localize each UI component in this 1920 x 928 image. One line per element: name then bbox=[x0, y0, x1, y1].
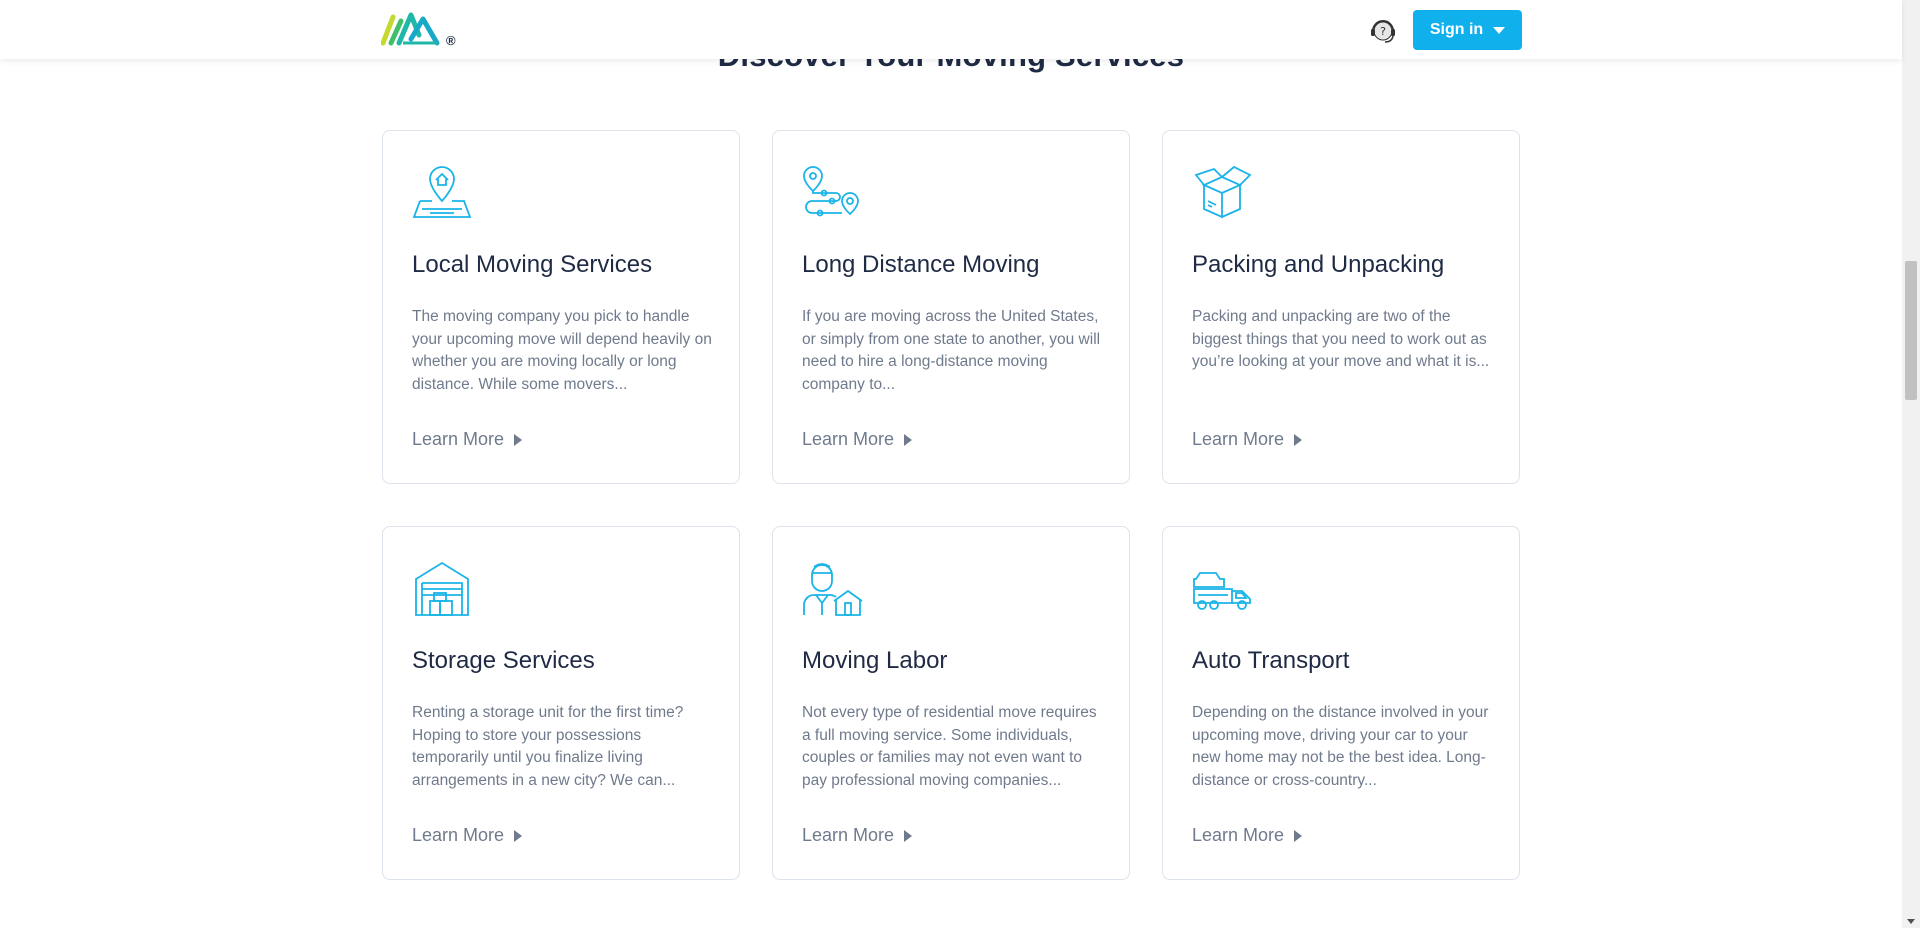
card-title: Auto Transport bbox=[1192, 647, 1350, 674]
learn-more-label: Learn More bbox=[412, 429, 505, 449]
card-description: Depending on the distance involved in yo… bbox=[1192, 704, 1489, 789]
learn-more-label: Learn More bbox=[802, 825, 895, 845]
card-description: The moving company you pick to handle yo… bbox=[412, 308, 712, 393]
card-description: Not every type of residential move requi… bbox=[802, 704, 1097, 789]
scroll-down-arrow-icon[interactable] bbox=[1907, 919, 1915, 924]
service-card-packing: Packing and Unpacking Packing and unpack… bbox=[1162, 130, 1520, 484]
learn-more-label: Learn More bbox=[1192, 429, 1285, 449]
route-pins-icon bbox=[803, 166, 859, 217]
caret-right-icon bbox=[904, 433, 913, 446]
svg-text:?: ? bbox=[1380, 25, 1386, 38]
learn-more-label: Learn More bbox=[802, 429, 895, 449]
car-transport-icon bbox=[1193, 572, 1251, 610]
chevron-down-icon bbox=[1493, 26, 1506, 34]
learn-more-link[interactable]: Learn More bbox=[1192, 825, 1303, 846]
learn-more-label: Learn More bbox=[412, 825, 505, 845]
storage-unit-icon bbox=[415, 561, 469, 616]
learn-more-link[interactable]: Learn More bbox=[802, 429, 913, 450]
service-card-long-distance: Long Distance Moving If you are moving a… bbox=[772, 130, 1130, 484]
service-card-storage: Storage Services Renting a storage unit … bbox=[382, 526, 740, 880]
caret-right-icon bbox=[514, 433, 523, 446]
learn-more-label: Learn More bbox=[1192, 825, 1285, 845]
service-card-moving-labor: Moving Labor Not every type of residenti… bbox=[772, 526, 1130, 880]
mover-person-icon bbox=[803, 563, 863, 616]
scrollbar-thumb[interactable] bbox=[1905, 261, 1917, 400]
open-box-icon bbox=[1194, 165, 1252, 219]
learn-more-link[interactable]: Learn More bbox=[1192, 429, 1303, 450]
map-pin-house-icon bbox=[412, 166, 472, 218]
registered-mark: ® bbox=[446, 33, 456, 48]
signin-label: Sign in bbox=[1429, 21, 1484, 38]
card-description: Renting a storage unit for the first tim… bbox=[412, 704, 684, 789]
card-title: Local Moving Services bbox=[412, 251, 653, 278]
caret-right-icon bbox=[1294, 433, 1303, 446]
help-button[interactable]: ? bbox=[1366, 13, 1400, 47]
help-headset-icon: ? bbox=[1371, 20, 1395, 43]
card-title: Storage Services bbox=[412, 647, 595, 674]
caret-right-icon bbox=[1294, 829, 1303, 842]
service-card-auto-transport: Auto Transport Depending on the distance… bbox=[1162, 526, 1520, 880]
caret-right-icon bbox=[904, 829, 913, 842]
learn-more-link[interactable]: Learn More bbox=[802, 825, 913, 846]
card-description: Packing and unpacking are two of the big… bbox=[1192, 308, 1490, 370]
page-scrollbar[interactable] bbox=[1902, 0, 1920, 928]
signin-button[interactable]: Sign in bbox=[1413, 10, 1522, 50]
caret-right-icon bbox=[514, 829, 523, 842]
site-header: ® ? Sign in bbox=[0, 0, 1902, 59]
card-title: Long Distance Moving bbox=[802, 251, 1040, 278]
service-card-local-moving: Local Moving Services The moving company… bbox=[382, 130, 740, 484]
learn-more-link[interactable]: Learn More bbox=[412, 429, 523, 450]
card-description: If you are moving across the United Stat… bbox=[802, 308, 1101, 393]
card-title: Moving Labor bbox=[802, 647, 948, 674]
card-title: Packing and Unpacking bbox=[1192, 251, 1445, 278]
learn-more-link[interactable]: Learn More bbox=[412, 825, 523, 846]
